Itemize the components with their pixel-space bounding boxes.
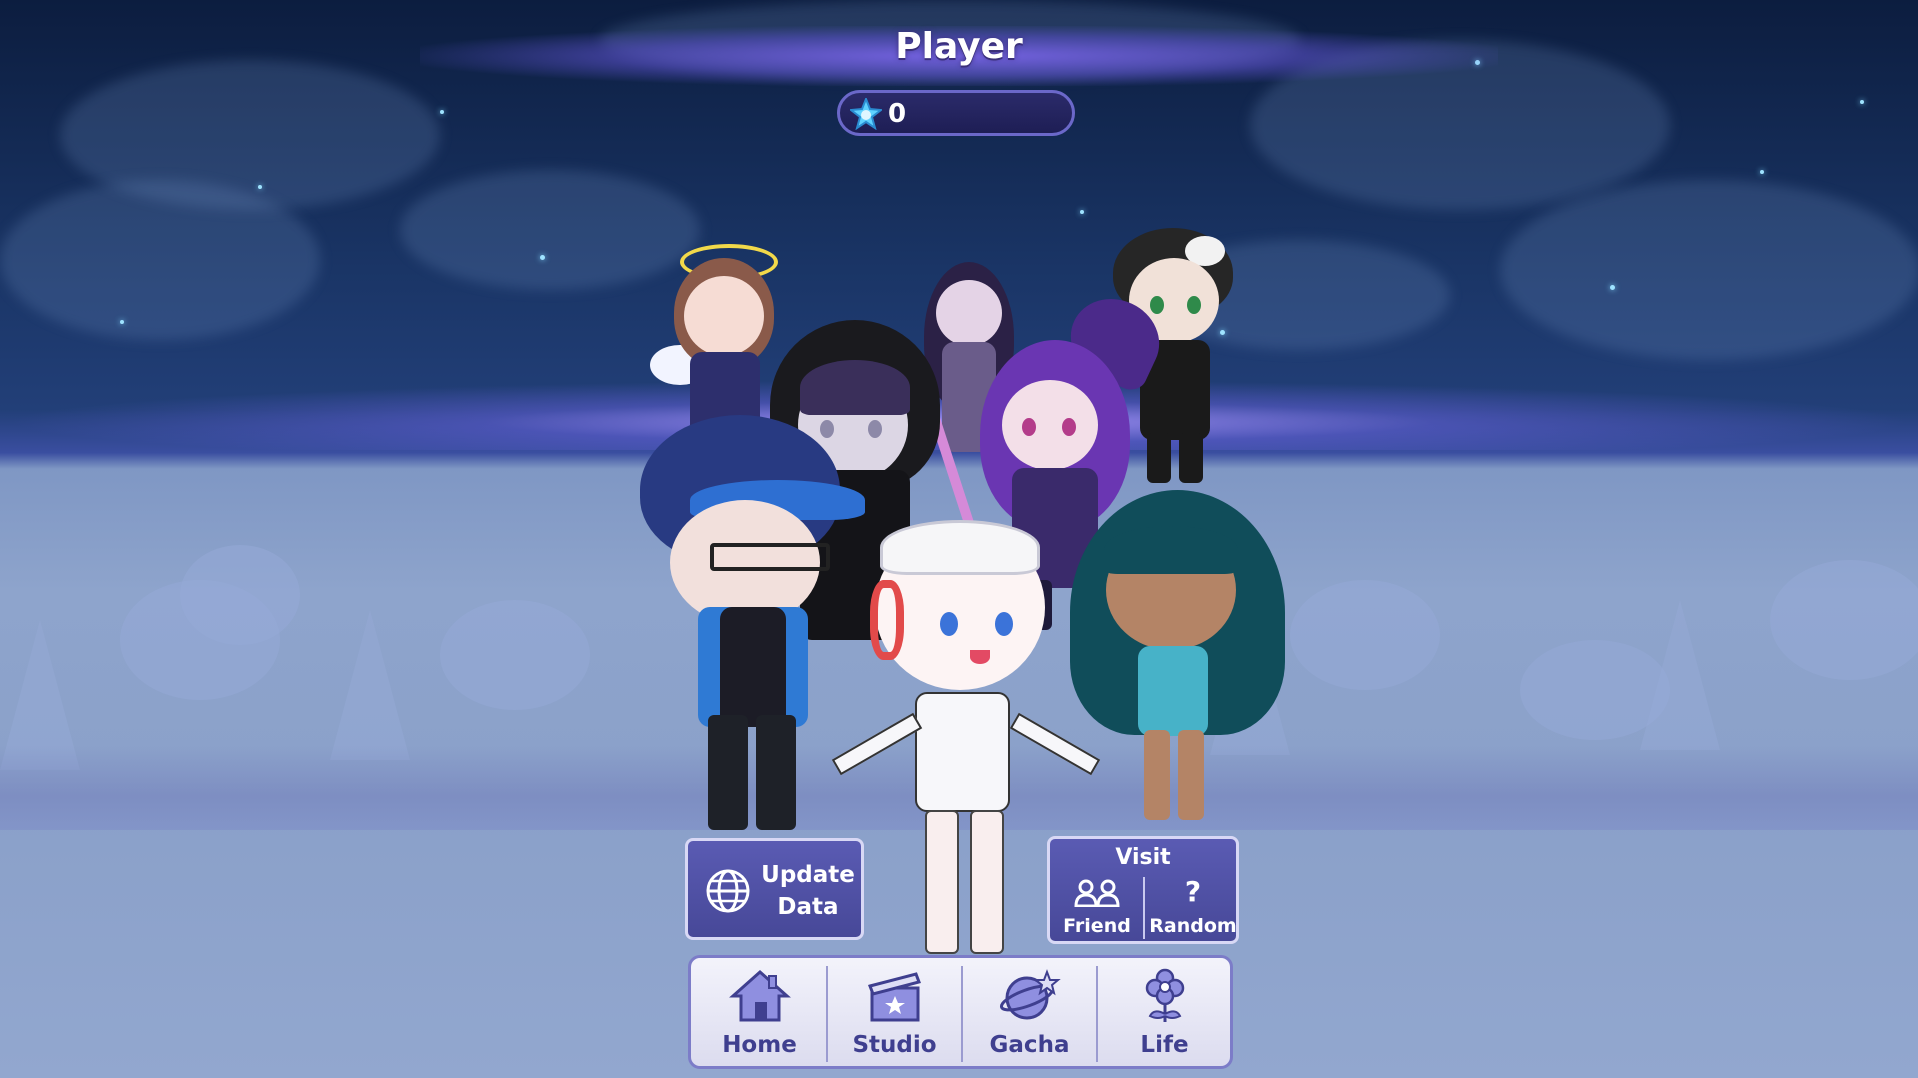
right-arm bbox=[1009, 712, 1101, 776]
update-data-button[interactable]: Update Data bbox=[685, 838, 864, 940]
headphones-icon bbox=[870, 580, 904, 660]
star bbox=[1610, 285, 1615, 290]
visit-friend-label: Friend bbox=[1063, 915, 1131, 937]
left-arm bbox=[831, 712, 923, 776]
mouth bbox=[970, 650, 990, 664]
flower-icon bbox=[1145, 968, 1185, 1022]
bg-tree bbox=[1770, 560, 1918, 680]
bg-mountain bbox=[330, 610, 410, 760]
globe-icon bbox=[706, 869, 750, 913]
sky-cloud bbox=[1500, 180, 1918, 360]
currency-counter: 0 bbox=[837, 90, 1075, 136]
nav-studio[interactable]: Studio bbox=[828, 962, 961, 1062]
nav-gacha-label: Gacha bbox=[989, 1032, 1070, 1058]
bottom-nav: Home Studio Gacha Life bbox=[688, 955, 1233, 1069]
star bbox=[440, 110, 444, 114]
nav-life[interactable]: Life bbox=[1098, 962, 1231, 1062]
currency-value: 0 bbox=[888, 99, 907, 129]
visit-friend-button[interactable]: Friend bbox=[1050, 875, 1144, 941]
gacha-planet-icon bbox=[999, 969, 1061, 1020]
glasses bbox=[710, 543, 830, 571]
star bbox=[120, 320, 124, 324]
house-icon bbox=[729, 969, 791, 1022]
sky-cloud bbox=[0, 180, 320, 340]
question-mark-icon: ? bbox=[1184, 875, 1202, 908]
game-scene bbox=[0, 0, 1918, 1078]
visit-random-button[interactable]: ? Random bbox=[1146, 875, 1240, 941]
clapperboard-icon bbox=[868, 972, 921, 1022]
nav-home-label: Home bbox=[722, 1032, 797, 1058]
friends-icon bbox=[1074, 879, 1120, 907]
bg-mountain bbox=[1640, 600, 1720, 750]
visit-title: Visit bbox=[1115, 845, 1171, 870]
star bbox=[540, 255, 545, 260]
star bbox=[1080, 210, 1084, 214]
player-name: Player bbox=[895, 26, 1023, 67]
bg-tree bbox=[1290, 580, 1440, 690]
bangs bbox=[1104, 526, 1238, 574]
bg-tree bbox=[440, 600, 590, 710]
cap bbox=[880, 520, 1040, 575]
nav-life-label: Life bbox=[1140, 1032, 1189, 1058]
visit-random-label: Random bbox=[1149, 915, 1237, 937]
nav-home[interactable]: Home bbox=[693, 962, 826, 1062]
star bbox=[258, 185, 262, 189]
update-data-label: Update Data bbox=[761, 862, 855, 920]
nav-studio-label: Studio bbox=[852, 1032, 937, 1058]
star bbox=[1860, 100, 1864, 104]
visit-panel: Visit Friend ? Random bbox=[1047, 836, 1239, 944]
bg-tree bbox=[180, 545, 300, 645]
star-gem-icon bbox=[850, 98, 882, 130]
hood-bangs bbox=[800, 360, 910, 415]
star bbox=[1760, 170, 1764, 174]
nav-gacha[interactable]: Gacha bbox=[963, 962, 1096, 1062]
